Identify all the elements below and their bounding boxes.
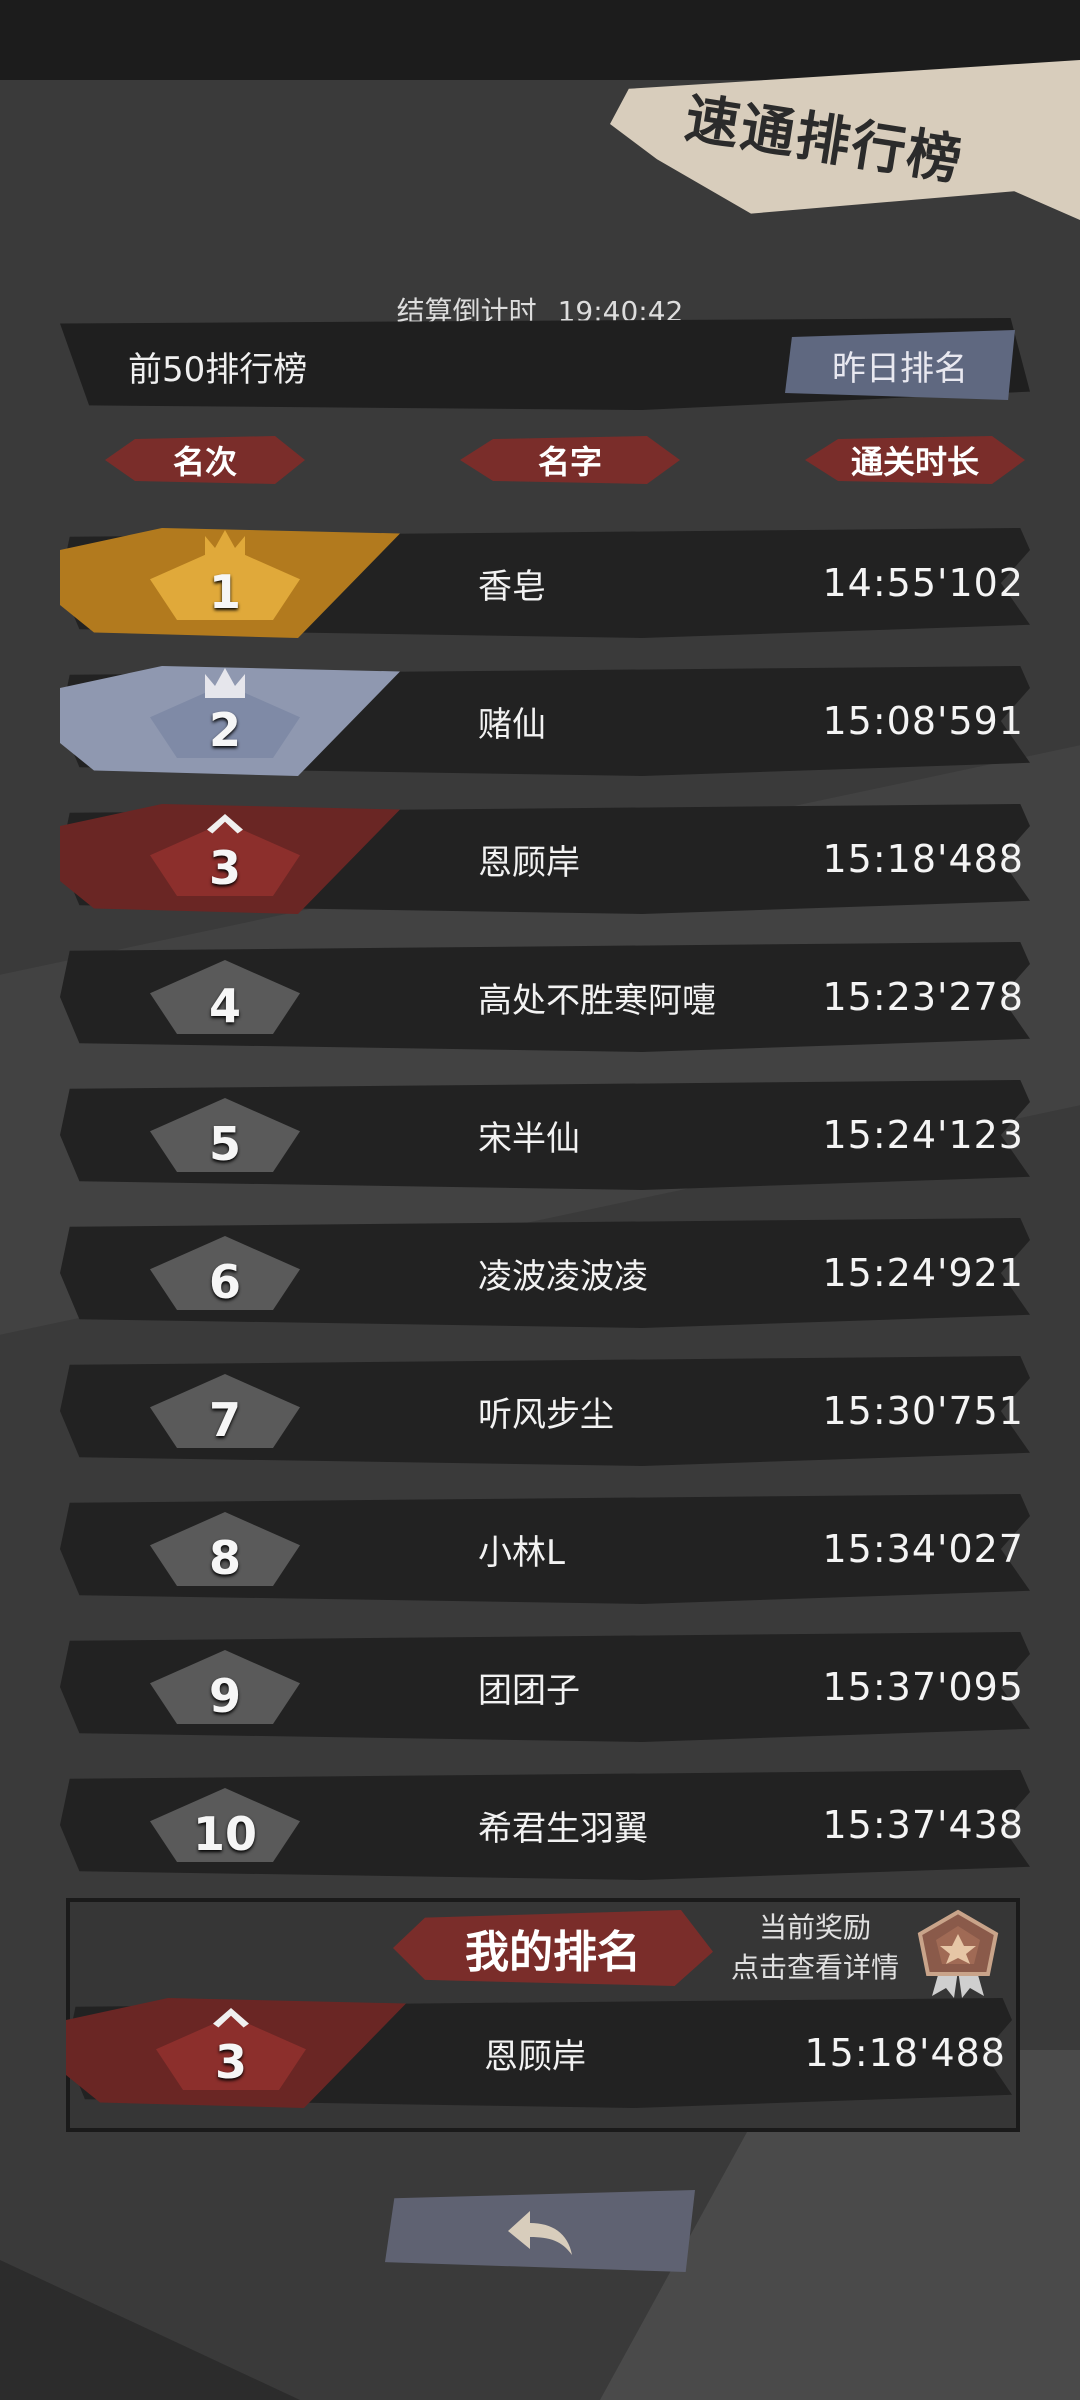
clear-time: 15:24'123: [822, 1113, 1024, 1157]
clear-time: 15:24'921: [822, 1251, 1024, 1295]
clear-time: 15:30'751: [822, 1389, 1024, 1433]
leaderboard-scope-label: 前50排行榜: [128, 350, 308, 390]
leaderboard-row[interactable]: 3 恩顾岸 15:18'488: [60, 804, 1030, 914]
back-arrow-icon: [508, 2211, 572, 2255]
background-shard: [0, 2260, 300, 2400]
player-name: 恩顾岸: [484, 2036, 586, 2077]
player-name: 恩顾岸: [478, 842, 580, 883]
rank-number: 3: [214, 2035, 247, 2089]
player-name: 团团子: [478, 1670, 580, 1711]
rank-number: 5: [208, 1117, 241, 1171]
header-time-label: 通关时长: [850, 443, 979, 481]
leaderboard-row[interactable]: 2 赌仙 15:08'591: [60, 666, 1030, 776]
current-reward-link[interactable]: 当前奖励 点击查看详情: [715, 1908, 915, 1988]
rank-number: 6: [208, 1255, 241, 1309]
reward-line-1: 当前奖励: [758, 1911, 871, 1944]
leaderboard-row[interactable]: 10 希君生羽翼 15:37'438: [60, 1770, 1030, 1880]
header-rank-label: 名次: [172, 443, 237, 481]
player-name: 希君生羽翼: [478, 1808, 648, 1849]
my-rank-row[interactable]: 3 恩顾岸 15:18'488: [66, 1998, 1012, 2108]
header-name-label: 名字: [537, 443, 602, 481]
clear-time: 15:18'488: [804, 2031, 1006, 2075]
back-button[interactable]: [385, 2190, 695, 2272]
reward-medal-svg: [917, 1909, 999, 1998]
rank-number: 10: [192, 1807, 257, 1861]
header-name: 名字: [460, 430, 680, 490]
my-rank-title: 我的排名: [465, 1927, 641, 1978]
header-time: 通关时长: [805, 430, 1025, 490]
reward-medal-icon[interactable]: [910, 1908, 1006, 1998]
rank-number: 3: [208, 841, 241, 895]
rank-number: 9: [208, 1669, 241, 1723]
top-status-bar: [0, 0, 1080, 80]
clear-time: 15:08'591: [822, 699, 1024, 743]
player-name: 宋半仙: [478, 1118, 580, 1159]
yesterday-ranking-button[interactable]: 昨日排名: [785, 330, 1015, 400]
player-name: 香皂: [478, 566, 546, 607]
rank-number: 4: [208, 979, 241, 1033]
rank-number: 1: [208, 565, 241, 619]
leaderboard-row[interactable]: 7 听风步尘 15:30'751: [60, 1356, 1030, 1466]
clear-time: 15:23'278: [822, 975, 1024, 1019]
player-name: 小林L: [478, 1532, 565, 1573]
reward-line-2: 点击查看详情: [730, 1951, 899, 1984]
leaderboard-row[interactable]: 8 小林L 15:34'027: [60, 1494, 1030, 1604]
header-rank: 名次: [105, 430, 305, 490]
clear-time: 14:55'102: [822, 561, 1024, 605]
leaderboard-row[interactable]: 9 团团子 15:37'095: [60, 1632, 1030, 1742]
player-name: 听风步尘: [478, 1394, 614, 1435]
leaderboard-row[interactable]: 6 凌波凌波凌 15:24'921: [60, 1218, 1030, 1328]
player-name: 高处不胜寒阿嚏: [478, 980, 716, 1021]
clear-time: 15:34'027: [822, 1527, 1024, 1571]
rank-number: 2: [208, 703, 241, 757]
player-name: 赌仙: [478, 704, 546, 745]
leaderboard-row[interactable]: 4 高处不胜寒阿嚏 15:23'278: [60, 942, 1030, 1052]
player-name: 凌波凌波凌: [478, 1256, 648, 1297]
leaderboard-row[interactable]: 5 宋半仙 15:24'123: [60, 1080, 1030, 1190]
rank-number: 8: [208, 1531, 241, 1585]
clear-time: 15:37'095: [822, 1665, 1024, 1709]
rank-number: 7: [208, 1393, 241, 1447]
clear-time: 15:18'488: [822, 837, 1024, 881]
leaderboard-row[interactable]: 1 香皂 14:55'102: [60, 528, 1030, 638]
clear-time: 15:37'438: [822, 1803, 1024, 1847]
